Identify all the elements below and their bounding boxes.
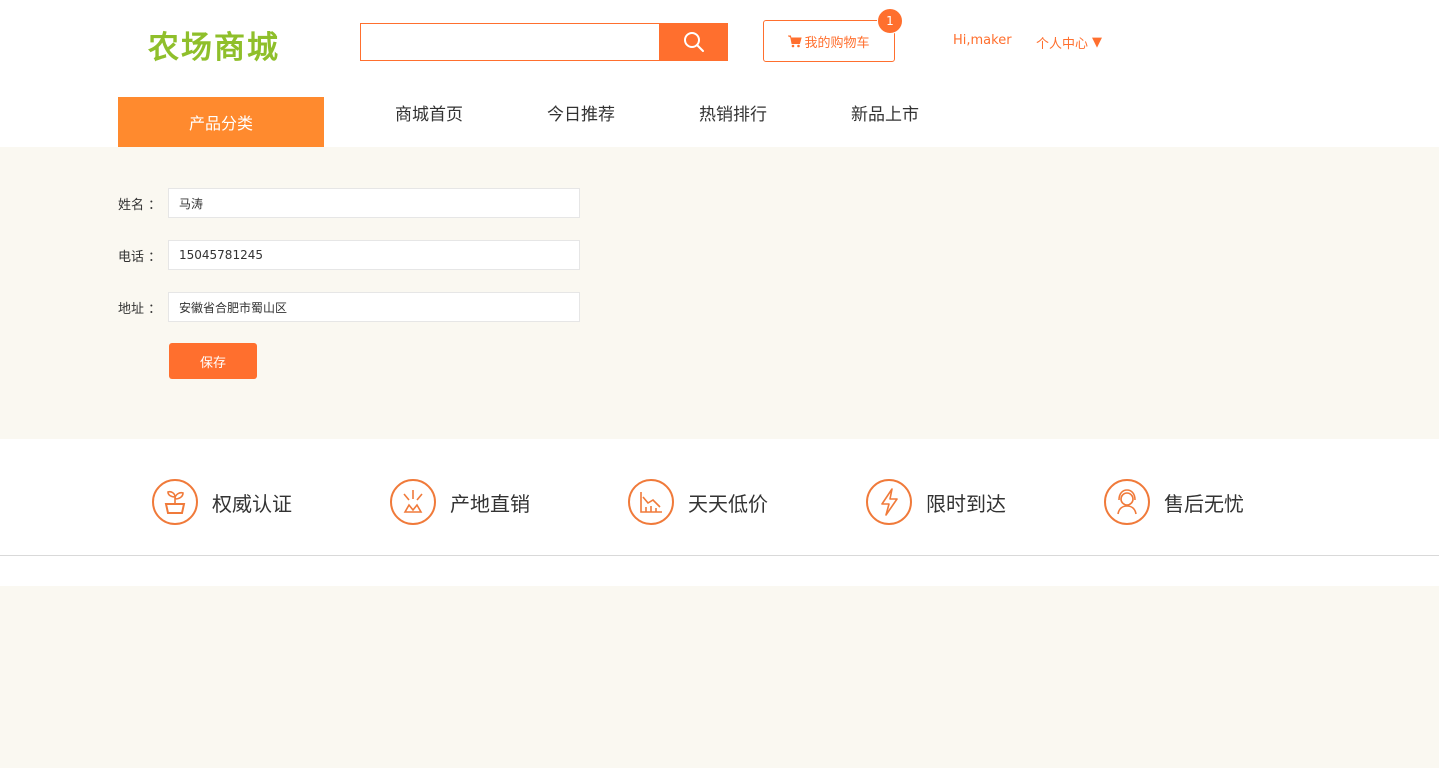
feature-label: 天天低价 [688, 491, 768, 516]
cart-button[interactable]: 我的购物车 [763, 20, 895, 62]
origin-burst-icon [390, 479, 436, 525]
chevron-down-icon: ▼ [1092, 35, 1103, 50]
name-row: 姓名 ： [118, 187, 580, 219]
footer-strip [0, 556, 1439, 586]
search-icon [683, 32, 704, 52]
nav-link-today[interactable]: 今日推荐 [547, 100, 615, 125]
address-label: 地址 ： [118, 301, 162, 317]
search-button[interactable] [659, 23, 728, 61]
feature-label: 售后无忧 [1164, 491, 1244, 516]
personal-center-label: 个人中心 [1036, 37, 1089, 52]
search-bar [360, 23, 728, 61]
phone-label: 电话 ： [118, 249, 162, 265]
nav-link-new[interactable]: 新品上市 [851, 100, 919, 125]
cart-label: 我的购物车 [804, 35, 870, 51]
feature-label: 产地直销 [450, 491, 530, 516]
product-category-button[interactable]: 产品分类 [118, 97, 324, 147]
feature-item: 产地直销 [390, 479, 530, 525]
feature-item: 售后无忧 [1104, 479, 1244, 525]
plant-pot-icon [152, 479, 198, 525]
price-chart-icon [628, 479, 674, 525]
personal-center-menu[interactable]: 个人中心 ▼ [1036, 33, 1102, 52]
feature-item: 权威认证 [152, 479, 292, 525]
site-header: 农场商城 我的购物车 1 Hi,maker 个人中心 ▼ 产品分类 商城首页 今… [0, 0, 1439, 147]
cart-count-badge: 1 [877, 8, 903, 34]
phone-field[interactable] [168, 240, 580, 270]
search-input[interactable] [360, 23, 659, 61]
feature-item: 天天低价 [628, 479, 768, 525]
save-button[interactable]: 保存 [169, 343, 257, 379]
name-field[interactable] [168, 188, 580, 218]
site-logo[interactable]: 农场商城 [148, 22, 280, 67]
address-field[interactable] [168, 292, 580, 322]
lightning-icon [866, 479, 912, 525]
feature-label: 限时到达 [926, 491, 1006, 516]
nav-link-home[interactable]: 商城首页 [395, 100, 463, 125]
feature-bar: 权威认证 产地直销 天天低价 限时到达 售后无忧 [0, 439, 1439, 556]
cart-icon [788, 35, 803, 47]
nav-link-hot[interactable]: 热销排行 [699, 100, 767, 125]
user-greeting[interactable]: Hi,maker [953, 33, 1012, 48]
feature-label: 权威认证 [212, 491, 292, 516]
address-row: 地址 ： [118, 291, 580, 323]
name-label: 姓名 ： [118, 197, 162, 213]
feature-item: 限时到达 [866, 479, 1006, 525]
phone-row: 电话 ： [118, 239, 580, 271]
customer-service-icon [1104, 479, 1150, 525]
